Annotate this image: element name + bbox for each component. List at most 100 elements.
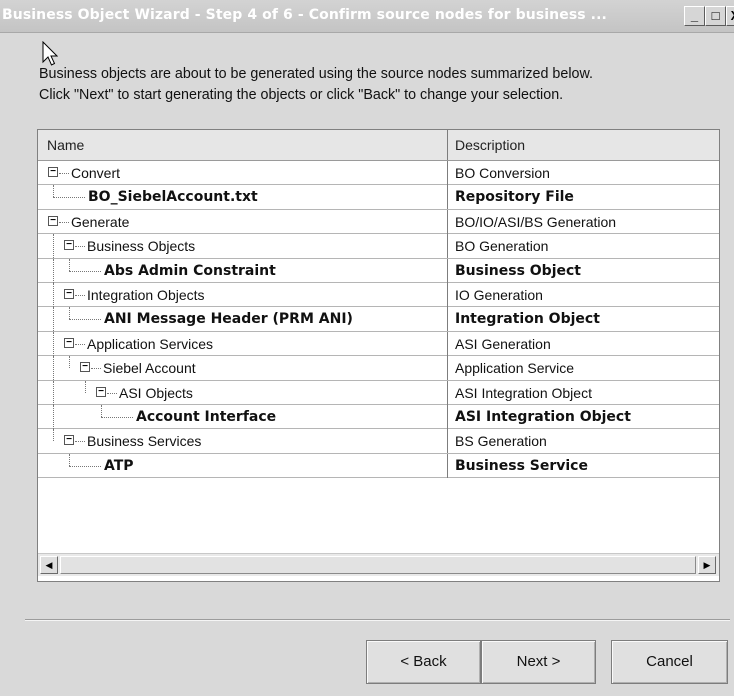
column-header-name[interactable]: Name — [38, 130, 448, 160]
row-name-label: Abs Admin Constraint — [104, 262, 276, 279]
tree-connector — [101, 416, 133, 418]
table-row[interactable]: Account Interface ASI Integration Object — [38, 404, 719, 430]
window-title: Business Object Wizard - Step 4 of 6 - C… — [2, 7, 607, 23]
column-header-description[interactable]: Description — [448, 130, 719, 160]
maximize-button[interactable]: □ — [705, 6, 726, 26]
row-name-label: Convert — [71, 165, 121, 181]
row-description-cell: IO Generation — [455, 286, 543, 303]
row-name-label: ANI Message Header (PRM ANI) — [104, 311, 353, 328]
tree-connector — [69, 465, 101, 467]
collapse-icon[interactable]: − — [64, 240, 74, 251]
table-row[interactable]: Abs Admin Constraint Business Object — [38, 258, 719, 283]
tree-connector — [59, 173, 69, 174]
row-description-cell: ASI Integration Object — [455, 384, 592, 401]
row-name-cell: − Integration Objects — [38, 282, 448, 307]
row-name-label: Generate — [71, 213, 130, 230]
tree-connector — [69, 319, 101, 321]
row-description-cell: BS Generation — [455, 433, 547, 450]
collapse-icon[interactable]: − — [64, 337, 74, 348]
row-name-cell: ANI Message Header (PRM ANI) — [38, 307, 448, 332]
row-name-cell: − Application Services — [38, 331, 448, 356]
table-row[interactable]: − Business Objects BO Generation — [38, 234, 719, 259]
row-description-cell: BO/IO/ASI/BS Generation — [455, 213, 617, 230]
table-row[interactable]: − Convert BO Conversion — [38, 161, 719, 186]
tree-guide-line — [53, 258, 54, 283]
back-button[interactable]: < Back — [366, 640, 481, 684]
scrollbar-thumb[interactable] — [60, 556, 696, 574]
table-header: Name Description — [38, 130, 719, 161]
table-row[interactable]: ANI Message Header (PRM ANI) Integration … — [38, 307, 719, 332]
tree-guide-line — [53, 307, 54, 332]
divider — [25, 619, 730, 621]
table-row[interactable]: − Siebel Account Application Service — [38, 356, 719, 381]
row-name-cell: − Siebel Account — [38, 356, 448, 381]
tree-connector — [69, 270, 101, 272]
collapse-icon[interactable]: − — [80, 362, 90, 373]
row-name-cell: − Convert — [38, 161, 448, 185]
table-row[interactable]: − Application Services ASI Generation — [38, 331, 719, 357]
horizontal-scrollbar[interactable]: ◀ ▶ — [38, 553, 719, 576]
tree-guide-line — [69, 258, 70, 271]
row-name-cell: − Business Services — [38, 429, 448, 454]
scroll-right-arrow-icon[interactable]: ▶ — [698, 556, 716, 574]
row-name-cell: Abs Admin Constraint — [38, 258, 448, 283]
row-description-cell: Integration Object — [455, 311, 600, 328]
instructions-line-1: Business objects are about to be generat… — [39, 66, 593, 82]
row-name-label: ASI Objects — [119, 384, 193, 401]
row-description-cell: BO Conversion — [455, 165, 550, 181]
tree-connector — [75, 343, 85, 345]
collapse-icon[interactable]: − — [64, 288, 74, 299]
row-description-cell: Business Service — [455, 457, 588, 474]
instructions-line-2: Click "Next" to start generating the obj… — [39, 87, 564, 103]
table-row[interactable]: − Business Services BS Generation — [38, 429, 719, 454]
tree-guide-line — [69, 307, 70, 320]
row-name-label: Integration Objects — [87, 286, 205, 303]
table-row[interactable]: − Generate BO/IO/ASI/BS Generation — [38, 209, 719, 235]
row-name-cell: − Generate — [38, 209, 448, 234]
tree-guide-line — [53, 331, 54, 356]
table-row[interactable]: BO_SiebelAccount.txt Repository File — [38, 185, 719, 210]
minimize-button[interactable]: _ — [684, 6, 705, 26]
tree-connector — [75, 441, 85, 443]
tree-guide-line — [53, 429, 54, 442]
tree-connector — [91, 368, 101, 370]
tree-guide-line — [101, 404, 102, 417]
tree-connector — [75, 246, 85, 248]
row-name-label: Application Services — [87, 335, 214, 352]
tree-guide-line — [69, 356, 70, 369]
scroll-left-arrow-icon[interactable]: ◀ — [40, 556, 58, 574]
row-description-cell: ASI Integration Object — [455, 408, 631, 425]
next-button[interactable]: Next > — [481, 640, 596, 684]
tree-guide-line — [53, 234, 54, 259]
row-description-cell: BO Generation — [455, 238, 549, 255]
row-name-label: Business Services — [87, 433, 202, 450]
cancel-button[interactable]: Cancel — [611, 640, 728, 684]
row-name-cell: BO_SiebelAccount.txt — [38, 185, 448, 210]
row-name-cell: ATP — [38, 453, 448, 478]
row-name-cell: Account Interface — [38, 404, 448, 429]
table-row[interactable]: − Integration Objects IO Generation — [38, 282, 719, 308]
table-row[interactable]: − ASI Objects ASI Integration Object — [38, 380, 719, 405]
row-description-cell: Application Service — [455, 360, 575, 377]
collapse-icon[interactable]: − — [48, 215, 58, 226]
tree-guide-line — [53, 380, 54, 405]
title-bar: Business Object Wizard - Step 4 of 6 - C… — [0, 0, 734, 33]
source-nodes-tree-table[interactable]: Name Description − Convert BO Conversion BO… — [37, 129, 720, 582]
table-row[interactable]: ATP Business Service — [38, 453, 719, 479]
tree-connector — [107, 392, 117, 394]
row-name-label: BO_SiebelAccount.txt — [88, 189, 258, 206]
tree-guide-line — [69, 453, 70, 466]
collapse-icon[interactable]: − — [64, 435, 74, 446]
row-name-cell: − ASI Objects — [38, 380, 448, 405]
tree-guide-line — [53, 404, 54, 429]
tree-guide-line — [53, 185, 54, 198]
tree-guide-line — [85, 380, 86, 393]
collapse-icon[interactable]: − — [48, 167, 58, 177]
row-name-label: ATP — [104, 457, 134, 474]
collapse-icon[interactable]: − — [96, 386, 106, 397]
close-button[interactable]: X — [726, 6, 734, 26]
tree-connector — [75, 294, 85, 296]
row-name-cell: − Business Objects — [38, 234, 448, 259]
row-description-cell: ASI Generation — [455, 335, 551, 352]
tree-guide-line — [53, 356, 54, 381]
